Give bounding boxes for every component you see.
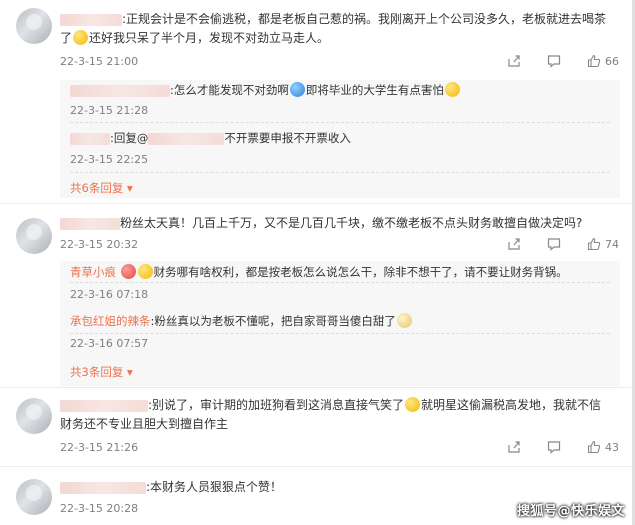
comment-icon	[547, 55, 561, 68]
heart-eyes-emoji-icon	[137, 264, 153, 279]
chevron-down-icon: ▾	[126, 365, 133, 379]
like-button[interactable]: 66	[587, 54, 619, 68]
reply-text: :怎么才能发现不对劲啊 即将毕业的大学生有点害怕	[70, 81, 461, 99]
comment-time: 22-3-15 20:28	[60, 502, 139, 515]
reply-button[interactable]	[547, 54, 561, 68]
share-button[interactable]	[507, 440, 521, 454]
comment-actions: 66	[507, 54, 619, 68]
like-count: 74	[605, 237, 619, 251]
laughing-emoji-icon	[73, 30, 89, 45]
like-count: 43	[605, 440, 619, 454]
like-button[interactable]: 74	[587, 237, 619, 251]
chevron-down-icon: ▾	[126, 181, 133, 195]
reply-time: 22-3-15 22:25	[70, 153, 149, 166]
share-icon	[508, 441, 520, 453]
like-count: 66	[605, 54, 619, 68]
laughing-emoji-icon	[405, 397, 421, 412]
comment-time: 22-3-15 20:32	[60, 238, 139, 251]
reply-time: 22-3-16 07:18	[70, 288, 149, 301]
comment-icon	[547, 238, 561, 251]
thumbs-up-icon	[587, 54, 601, 68]
comment-text: 粉丝太天真！几百上千万，又不是几百几千块，缴不缴老板不点头财务敢擅自做决定吗?	[60, 214, 620, 233]
crying-emoji-icon	[444, 82, 460, 97]
reply-username[interactable]: 承包红姐的辣条	[70, 314, 151, 328]
avatar[interactable]	[16, 8, 52, 44]
reply-section: 青草小痕 财务哪有啥权利，都是按老板怎么说怎么干，除非不想干了，请不要让财务背锅…	[60, 261, 620, 386]
comment-time: 22-3-15 21:26	[60, 441, 139, 454]
doge-emoji-icon	[396, 313, 412, 328]
watermark: 搜狐号@快乐娱文	[516, 504, 625, 519]
reply-text: :回复@ 不开票要申报不开票收入	[70, 129, 351, 147]
comment-actions: 74	[507, 237, 619, 251]
comment-actions: 43	[507, 440, 619, 454]
thumbs-up-icon	[587, 440, 601, 454]
comment-text: :本财务人员狠狠点个赞！	[60, 478, 620, 497]
user-badge-icon	[120, 264, 136, 279]
reply-section: :怎么才能发现不对劲啊 即将毕业的大学生有点害怕 22-3-15 21:28 :回…	[60, 80, 620, 198]
reply-time: 22-3-15 21:28	[70, 104, 149, 117]
share-button[interactable]	[507, 237, 521, 251]
blurred-username[interactable]	[60, 399, 148, 412]
blurred-username[interactable]	[70, 84, 170, 97]
avatar[interactable]	[16, 398, 52, 434]
more-replies-link[interactable]: 共3条回复 ▾	[70, 364, 133, 380]
thumbs-up-icon	[587, 237, 601, 251]
reply-time: 22-3-16 07:57	[70, 337, 149, 350]
blurred-username[interactable]	[60, 481, 146, 494]
blurred-username[interactable]	[60, 13, 122, 26]
avatar[interactable]	[16, 479, 52, 515]
share-icon	[508, 238, 520, 250]
reply-text: 青草小痕 财务哪有啥权利，都是按老板怎么说怎么干，除非不想干了，请不要让财务背锅…	[70, 264, 568, 279]
blurred-username[interactable]	[70, 132, 110, 145]
more-replies-link[interactable]: 共6条回复 ▾	[70, 180, 133, 196]
blurred-username[interactable]	[60, 217, 120, 230]
reply-text: 承包红姐的辣条:粉丝真以为老板不懂呢，把自家哥哥当傻白甜了	[70, 312, 413, 330]
comment-text: :别说了，审计期的加班狗看到这消息直接气笑了 就明星这偷漏税高发地，我就不信 财务…	[60, 397, 602, 431]
share-icon	[508, 55, 520, 67]
comment-icon	[547, 441, 561, 454]
comment-time: 22-3-15 21:00	[60, 55, 139, 68]
blurred-mention[interactable]	[148, 132, 225, 145]
like-button[interactable]: 43	[587, 440, 619, 454]
share-button[interactable]	[507, 54, 521, 68]
avatar[interactable]	[16, 218, 52, 254]
reply-button[interactable]	[547, 237, 561, 251]
reply-button[interactable]	[547, 440, 561, 454]
comment-text: :正规会计是不会偷逃税，都是老板自己惹的祸。我刚离开上个公司没多久，老板就进去喝…	[60, 12, 607, 45]
reply-username[interactable]: 青草小痕	[70, 265, 116, 279]
surprised-emoji-icon	[289, 82, 305, 97]
